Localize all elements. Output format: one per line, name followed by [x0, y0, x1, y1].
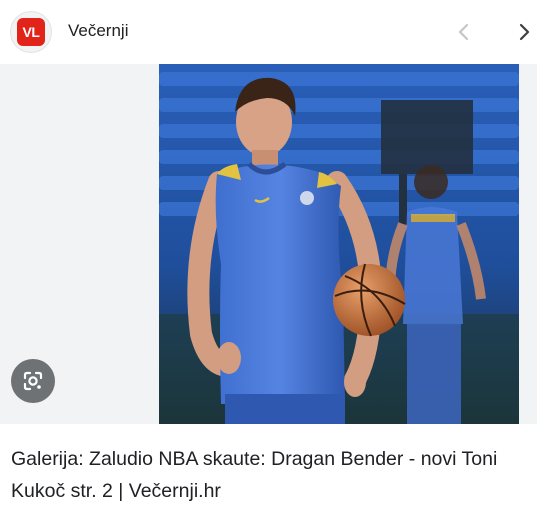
result-header: VL Večernji: [0, 0, 537, 64]
chevron-right-icon: [519, 23, 530, 41]
result-image[interactable]: [159, 64, 519, 424]
chevron-left-icon: [458, 23, 469, 41]
google-lens-button[interactable]: [11, 359, 55, 403]
source-name[interactable]: Večernji: [68, 21, 128, 41]
basketball-player-photo: [159, 64, 519, 424]
source-favicon[interactable]: VL: [10, 11, 52, 53]
result-caption-link[interactable]: Galerija: Zaludio NBA skaute: Dragan Ben…: [11, 443, 531, 507]
image-preview-area: [0, 64, 537, 424]
source-logo: VL: [17, 18, 45, 46]
next-button[interactable]: [506, 14, 537, 50]
google-lens-icon: [23, 371, 43, 391]
previous-button[interactable]: [446, 14, 482, 50]
